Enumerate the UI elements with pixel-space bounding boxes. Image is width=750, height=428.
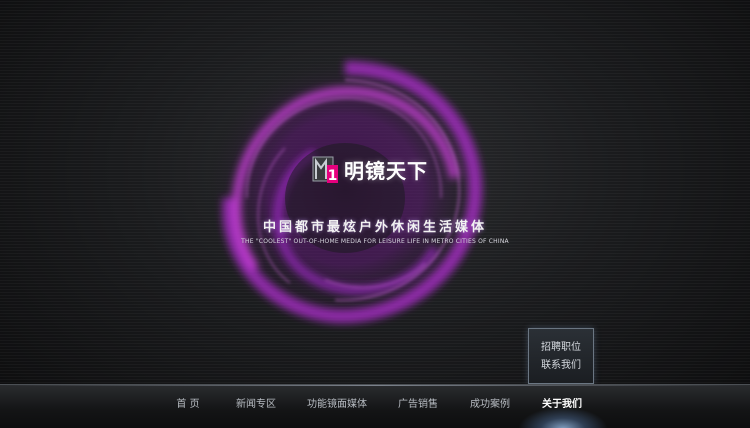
nav-item-cases[interactable]: 成功案例: [467, 397, 513, 413]
submenu-item-contact[interactable]: 联系我们: [529, 357, 593, 375]
splash-page: 1 明镜天下 中国都市最炫户外休闲生活媒体 THE "COOLEST" OUT-…: [0, 0, 750, 428]
slogan-english: THE "COOLEST" OUT-OF-HOME MEDIA FOR LEIS…: [241, 238, 509, 245]
main-nav: 首 页 新闻专区 功能镜面媒体 广告销售 成功案例 关于我们: [0, 384, 750, 428]
nav-item-home[interactable]: 首 页: [172, 397, 204, 413]
logo-mark-icon: 1: [312, 156, 338, 184]
about-us-dropdown: 招聘职位 联系我们: [528, 328, 594, 384]
slogan-chinese: 中国都市最炫户外休闲生活媒体: [262, 220, 487, 235]
nav-item-news[interactable]: 新闻专区: [233, 397, 279, 413]
nav-item-mirror-media[interactable]: 功能镜面媒体: [305, 397, 369, 413]
brand-name: 明镜天下: [344, 158, 428, 183]
nav-divider: [0, 385, 750, 386]
nav-item-about-us[interactable]: 关于我们: [539, 397, 585, 413]
submenu-item-jobs[interactable]: 招聘职位: [529, 339, 593, 357]
swirl-graphic: [205, 54, 485, 326]
brand-logo[interactable]: 1 明镜天下: [312, 152, 428, 186]
logo-mark-digit: 1: [328, 168, 338, 184]
nav-item-ad-sales[interactable]: 广告销售: [395, 397, 441, 413]
